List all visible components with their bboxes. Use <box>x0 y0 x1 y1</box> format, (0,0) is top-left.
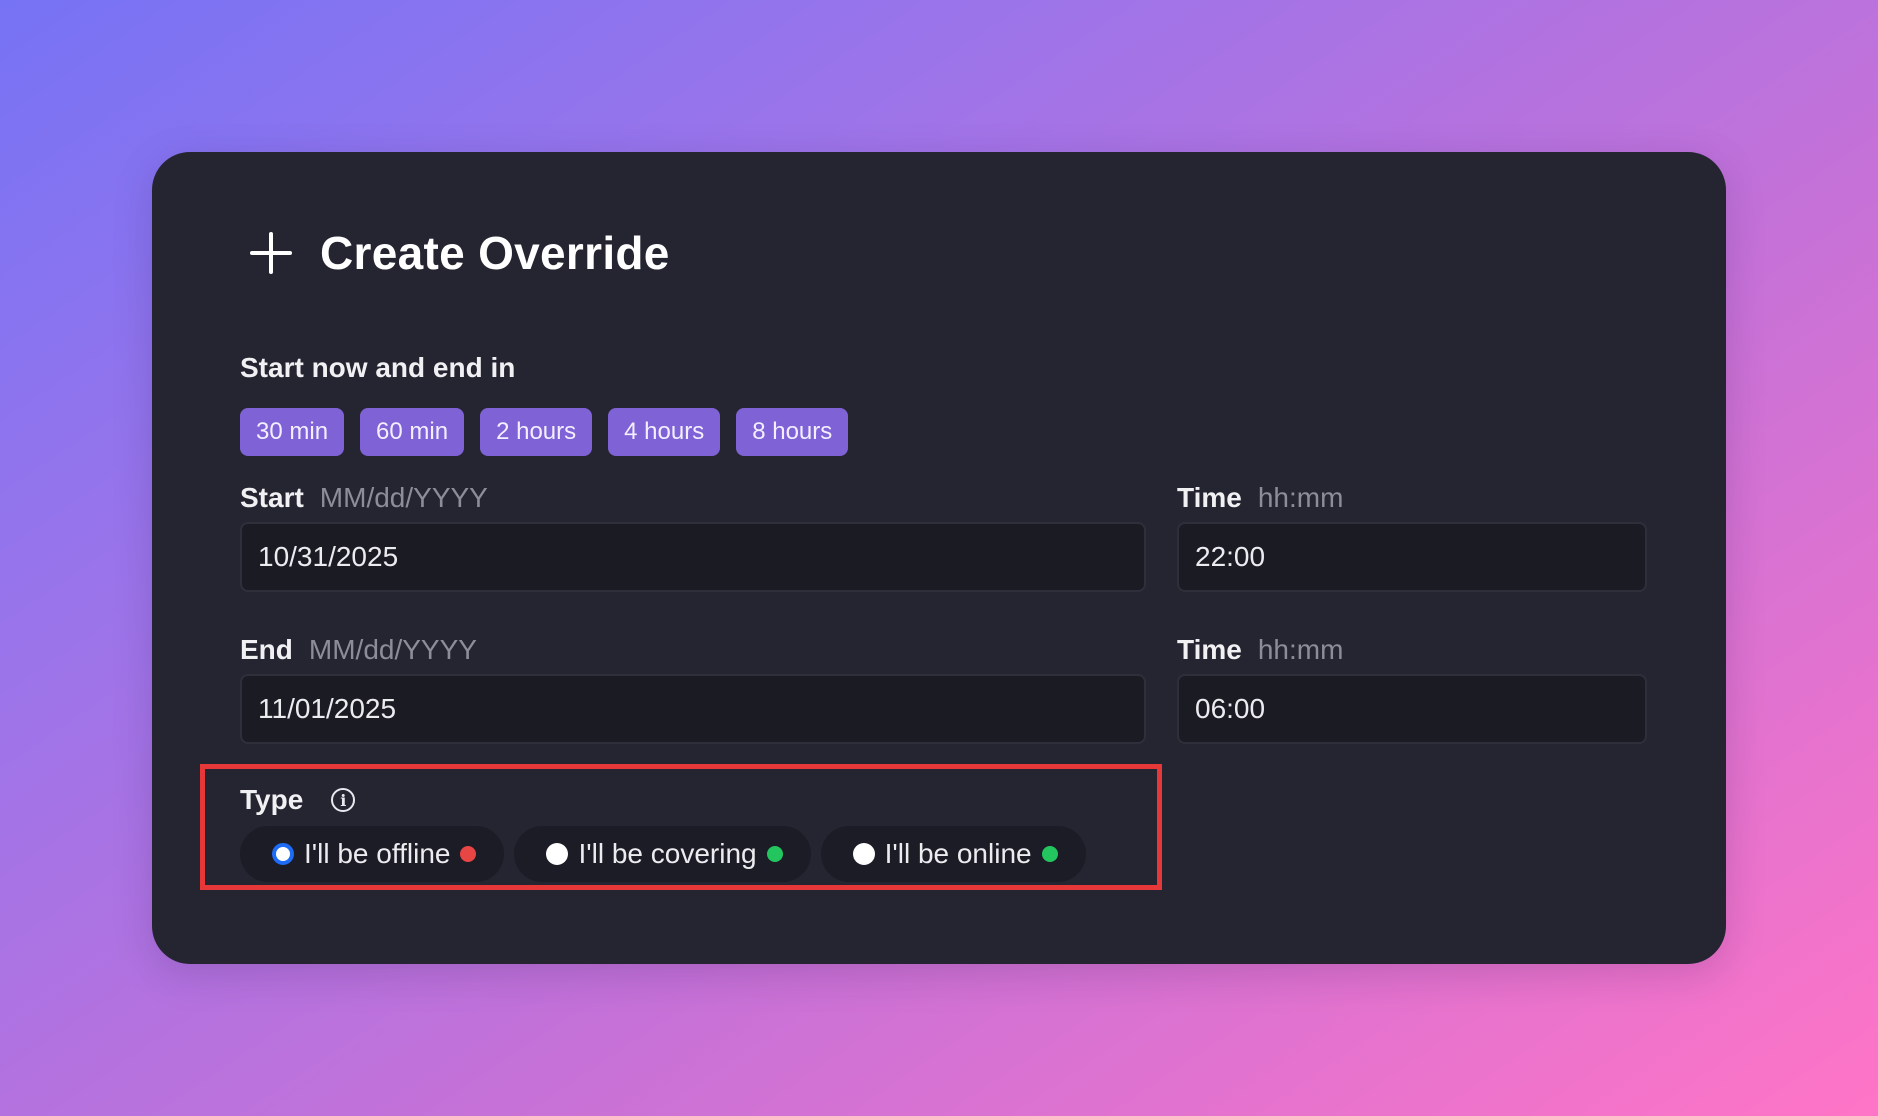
end-time-label: Time hh:mm <box>1177 634 1343 666</box>
plus-icon <box>248 230 294 276</box>
duration-30-min-button[interactable]: 30 min <box>240 408 345 456</box>
type-option-covering[interactable]: I'll be covering <box>514 826 811 882</box>
start-time-label-text: Time <box>1177 482 1242 513</box>
start-time-format-hint: hh:mm <box>1257 482 1344 513</box>
type-option-covering-label: I'll be covering <box>578 838 757 869</box>
duration-2-hours-button[interactable]: 2 hours <box>480 408 593 456</box>
dialog-header: Create Override <box>248 218 670 288</box>
radio-checked-icon[interactable] <box>272 843 294 865</box>
duration-8-hours-button[interactable]: 8 hours <box>736 408 849 456</box>
start-date-format-hint: MM/dd/YYYY <box>319 482 488 513</box>
create-override-dialog: Create Override Start now and end in 30 … <box>152 152 1726 964</box>
radio-unchecked-icon[interactable] <box>546 843 569 865</box>
duration-4-hours-button[interactable]: 4 hours <box>608 408 721 456</box>
green-status-dot-icon <box>766 846 783 862</box>
end-date-label-text: End <box>240 634 293 665</box>
end-date-label: End MM/dd/YYYY <box>240 634 477 666</box>
type-radio-group: I'll be offline I'll be covering I'll be… <box>240 826 1086 882</box>
info-icon[interactable]: i <box>331 788 356 812</box>
start-date-input[interactable] <box>240 522 1146 592</box>
end-date-format-hint: MM/dd/YYYY <box>308 634 477 665</box>
quick-duration-options: 30 min 60 min 2 hours 4 hours 8 hours <box>240 408 849 456</box>
type-label: Type i <box>240 784 356 816</box>
type-option-offline-label: I'll be offline <box>304 838 451 869</box>
start-time-label: Time hh:mm <box>1177 482 1343 514</box>
start-date-label: Start MM/dd/YYYY <box>240 482 488 514</box>
end-time-input[interactable] <box>1177 674 1647 744</box>
duration-60-min-button[interactable]: 60 min <box>360 408 465 456</box>
end-time-label-text: Time <box>1177 634 1242 665</box>
end-date-input[interactable] <box>240 674 1146 744</box>
start-time-input[interactable] <box>1177 522 1647 592</box>
type-option-offline[interactable]: I'll be offline <box>240 826 505 882</box>
red-status-dot-icon <box>460 846 477 862</box>
type-label-text: Type <box>240 784 304 815</box>
radio-unchecked-icon[interactable] <box>852 843 875 865</box>
green-status-dot-icon <box>1041 846 1058 862</box>
dialog-title: Create Override <box>320 227 670 279</box>
start-date-label-text: Start <box>240 482 304 513</box>
end-time-format-hint: hh:mm <box>1257 634 1344 665</box>
type-option-online[interactable]: I'll be online <box>820 826 1086 882</box>
quick-duration-label: Start now and end in <box>240 352 516 383</box>
type-option-online-label: I'll be online <box>884 838 1032 869</box>
